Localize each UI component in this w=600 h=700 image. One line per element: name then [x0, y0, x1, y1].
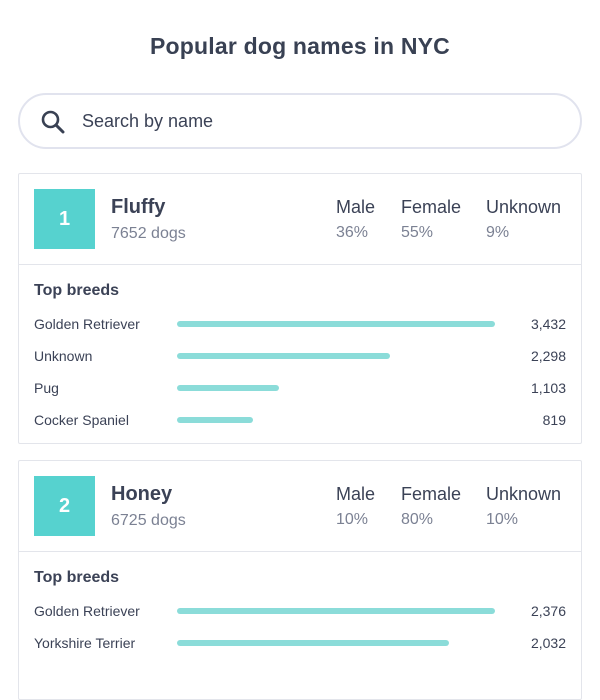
dog-name-card: 1 Fluffy 7652 dogs Male 36% Female 55% U…: [18, 173, 582, 444]
dog-count: 6725 dogs: [111, 512, 186, 529]
breed-count: 2,032: [530, 635, 566, 651]
breed-row: Pug 1,103: [19, 378, 581, 398]
female-label: Female: [401, 484, 462, 504]
unknown-value: 9%: [486, 224, 510, 241]
breed-row: Unknown 2,298: [19, 346, 581, 366]
breed-bar-track: [177, 353, 495, 359]
breed-name: Unknown: [34, 348, 93, 364]
breed-count: 1,103: [530, 380, 566, 396]
dog-name: Honey: [111, 483, 173, 505]
breed-bar: [177, 640, 449, 646]
female-stat: Female 55%: [401, 197, 461, 242]
male-value: 10%: [336, 511, 369, 528]
top-breeds-title: Top breeds: [34, 282, 120, 299]
breed-bar: [177, 385, 280, 391]
breed-count: 3,432: [530, 316, 566, 332]
male-stat: Male 10%: [336, 484, 375, 529]
female-value: 55%: [401, 224, 434, 241]
top-breeds-title: Top breeds: [34, 569, 120, 586]
breed-name: Golden Retriever: [34, 603, 140, 619]
male-label: Male: [336, 484, 376, 504]
dog-name-card: 2 Honey 6725 dogs Male 10% Female 80% Un…: [18, 460, 582, 700]
card-header: 2 Honey 6725 dogs Male 10% Female 80% Un…: [19, 461, 581, 552]
breed-bar-track: [177, 608, 495, 614]
breed-bar: [177, 417, 253, 423]
card-header: 1 Fluffy 7652 dogs Male 36% Female 55% U…: [19, 174, 581, 265]
page-title: Popular dog names in NYC: [149, 33, 450, 59]
female-label: Female: [401, 197, 462, 217]
rank-badge: 2: [34, 476, 95, 536]
breed-row: Cocker Spaniel 819: [19, 410, 581, 430]
breed-bar: [177, 353, 390, 359]
breed-name: Golden Retriever: [34, 316, 140, 332]
breed-bar-track: [177, 321, 495, 327]
unknown-stat: Unknown 9%: [486, 197, 561, 242]
breed-row: Yorkshire Terrier 2,032: [19, 633, 581, 653]
search-icon: [41, 110, 65, 134]
dog-name: Fluffy: [111, 196, 166, 218]
breed-bar-track: [177, 640, 495, 646]
dog-count: 7652 dogs: [111, 225, 186, 242]
breed-bar-track: [177, 385, 495, 391]
unknown-label: Unknown: [486, 484, 562, 504]
breed-name: Yorkshire Terrier: [34, 635, 136, 651]
breed-name: Pug: [34, 380, 59, 396]
male-stat: Male 36%: [336, 197, 375, 242]
search-input[interactable]: [82, 95, 562, 147]
breed-row: Golden Retriever 3,432: [19, 314, 581, 334]
unknown-value: 10%: [486, 511, 519, 528]
search-bar[interactable]: [18, 93, 582, 149]
breed-count: 2,298: [530, 348, 566, 364]
female-stat: Female 80%: [401, 484, 461, 529]
male-value: 36%: [336, 224, 369, 241]
breed-bar-track: [177, 417, 495, 423]
breed-bar: [177, 321, 495, 327]
rank-badge: 1: [34, 189, 95, 249]
female-value: 80%: [401, 511, 434, 528]
breed-count: 819: [542, 412, 566, 428]
breed-bar: [177, 608, 495, 614]
breed-name: Cocker Spaniel: [34, 412, 129, 428]
breed-count: 2,376: [530, 603, 566, 619]
breed-row: Golden Retriever 2,376: [19, 601, 581, 621]
male-label: Male: [336, 197, 376, 217]
unknown-stat: Unknown 10%: [486, 484, 561, 529]
unknown-label: Unknown: [486, 197, 562, 217]
